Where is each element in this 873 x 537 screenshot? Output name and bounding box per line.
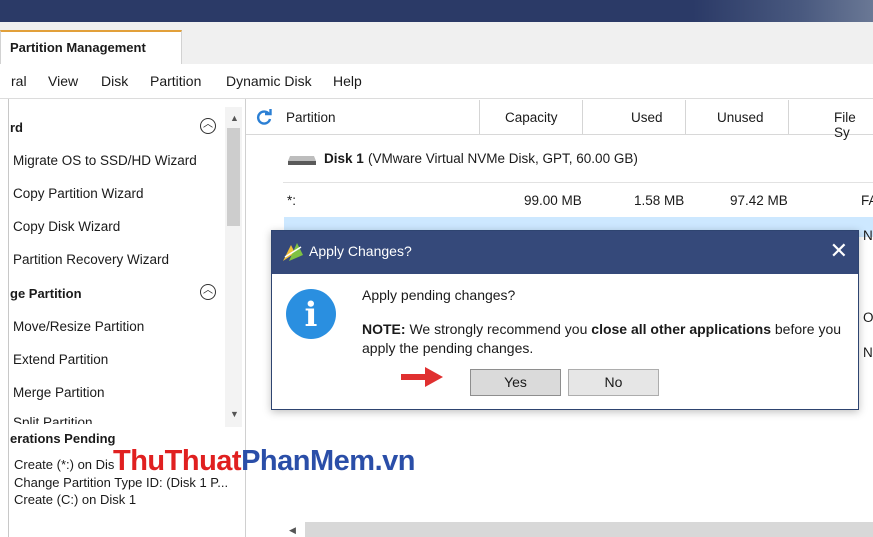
menu-partition[interactable]: Partition <box>150 73 201 89</box>
menu-view[interactable]: View <box>48 73 78 89</box>
wizard-section-header: rd <box>10 120 23 135</box>
fs-cell: FA <box>861 193 873 208</box>
horizontal-scrollbar[interactable] <box>305 522 873 537</box>
scroll-down-arrow-icon[interactable]: ▼ <box>230 409 239 419</box>
column-divider <box>685 100 686 134</box>
scroll-left-arrow-icon[interactable]: ◀ <box>289 525 296 536</box>
hard-disk-icon <box>288 156 316 165</box>
wizard-item-migrate-os[interactable]: Migrate OS to SSD/HD Wizard <box>13 153 197 168</box>
close-icon[interactable]: ✕ <box>830 238 848 264</box>
action-extend[interactable]: Extend Partition <box>13 352 108 367</box>
wizard-item-copy-partition[interactable]: Copy Partition Wizard <box>13 186 144 201</box>
app-logo-icon <box>283 243 303 261</box>
column-partition[interactable]: Partition <box>286 110 336 125</box>
watermark-part3: .vn <box>374 445 416 477</box>
column-used[interactable]: Used <box>631 110 663 125</box>
change-partition-section-header: ge Partition <box>10 286 82 301</box>
column-capacity[interactable]: Capacity <box>505 110 558 125</box>
operations-pending-header: erations Pending <box>10 431 116 446</box>
no-button[interactable]: No <box>568 369 659 396</box>
column-file-system[interactable]: File Sy <box>834 110 873 140</box>
note-label: NOTE: <box>362 321 406 337</box>
action-move-resize[interactable]: Move/Resize Partition <box>13 319 144 334</box>
collapse-up-icon[interactable]: ︿ <box>200 118 216 134</box>
refresh-icon[interactable] <box>255 108 273 126</box>
partition-table-header: Partition Capacity Used Unused File Sy <box>246 100 873 140</box>
wizard-item-partition-recovery[interactable]: Partition Recovery Wizard <box>13 252 169 267</box>
yes-button[interactable]: Yes <box>470 369 561 396</box>
menu-general[interactable]: ral <box>11 73 27 89</box>
column-divider <box>582 100 583 134</box>
apply-changes-dialog: Apply Changes? ✕ i Apply pending changes… <box>271 230 859 410</box>
menu-disk[interactable]: Disk <box>101 73 128 89</box>
dialog-title-bar[interactable]: Apply Changes? ✕ <box>272 231 858 274</box>
panel-edge <box>8 99 9 537</box>
note-text-end: before you <box>774 321 842 337</box>
red-arrow-icon <box>401 367 443 387</box>
column-divider <box>479 100 480 134</box>
disk-label: Disk 1 <box>324 151 364 166</box>
menu-help[interactable]: Help <box>333 73 362 89</box>
capacity-cell: 99.00 MB <box>524 193 582 208</box>
action-split[interactable]: Split Partition <box>13 415 93 424</box>
tab-label: Partition Management <box>10 40 146 55</box>
table-row[interactable]: *: 99.00 MB 1.58 MB 97.42 MB FA <box>246 187 873 213</box>
collapse-up-icon[interactable]: ︿ <box>200 284 216 300</box>
fs-cell: N <box>863 228 873 243</box>
pending-item[interactable]: Create (*:) on Dis <box>14 457 114 472</box>
partition-cell: *: <box>287 193 297 208</box>
dialog-title: Apply Changes? <box>309 243 412 259</box>
watermark-part1: ThuThuat <box>113 445 242 477</box>
dialog-note: NOTE: We strongly recommend you close al… <box>362 321 842 337</box>
menu-dynamic-disk[interactable]: Dynamic Disk <box>226 73 312 89</box>
left-panel-scroll-thumb[interactable] <box>227 128 240 226</box>
scroll-up-arrow-icon[interactable]: ▲ <box>230 113 239 123</box>
watermark-part2: PhanMem <box>241 445 375 477</box>
column-unused[interactable]: Unused <box>717 110 764 125</box>
wizard-item-copy-disk[interactable]: Copy Disk Wizard <box>13 219 120 234</box>
note-text: We strongly recommend you <box>409 321 588 337</box>
dialog-note-line2: apply the pending changes. <box>362 340 534 356</box>
info-icon: i <box>286 289 336 339</box>
unused-cell: 97.42 MB <box>730 193 788 208</box>
note-emphasis: close all other applications <box>591 321 771 337</box>
dialog-question: Apply pending changes? <box>362 287 516 303</box>
action-merge[interactable]: Merge Partition <box>13 385 105 400</box>
menu-bar: ral View Disk Partition Dynamic Disk Hel… <box>0 64 873 99</box>
pending-item[interactable]: Create (C:) on Disk 1 <box>14 492 136 507</box>
watermark-logo: ThuThuatPhanMem.vn <box>113 445 415 478</box>
fs-cell: O <box>863 310 873 325</box>
tab-partition-management[interactable]: Partition Management <box>0 30 182 64</box>
disk-row[interactable]: Disk 1 (VMware Virtual NVMe Disk, GPT, 6… <box>246 145 873 175</box>
fs-cell: N <box>863 345 873 360</box>
disk-description: (VMware Virtual NVMe Disk, GPT, 60.00 GB… <box>368 151 638 166</box>
column-divider <box>788 100 789 134</box>
used-cell: 1.58 MB <box>634 193 685 208</box>
window-title-bar-gradient <box>693 0 873 22</box>
row-divider <box>283 182 873 183</box>
